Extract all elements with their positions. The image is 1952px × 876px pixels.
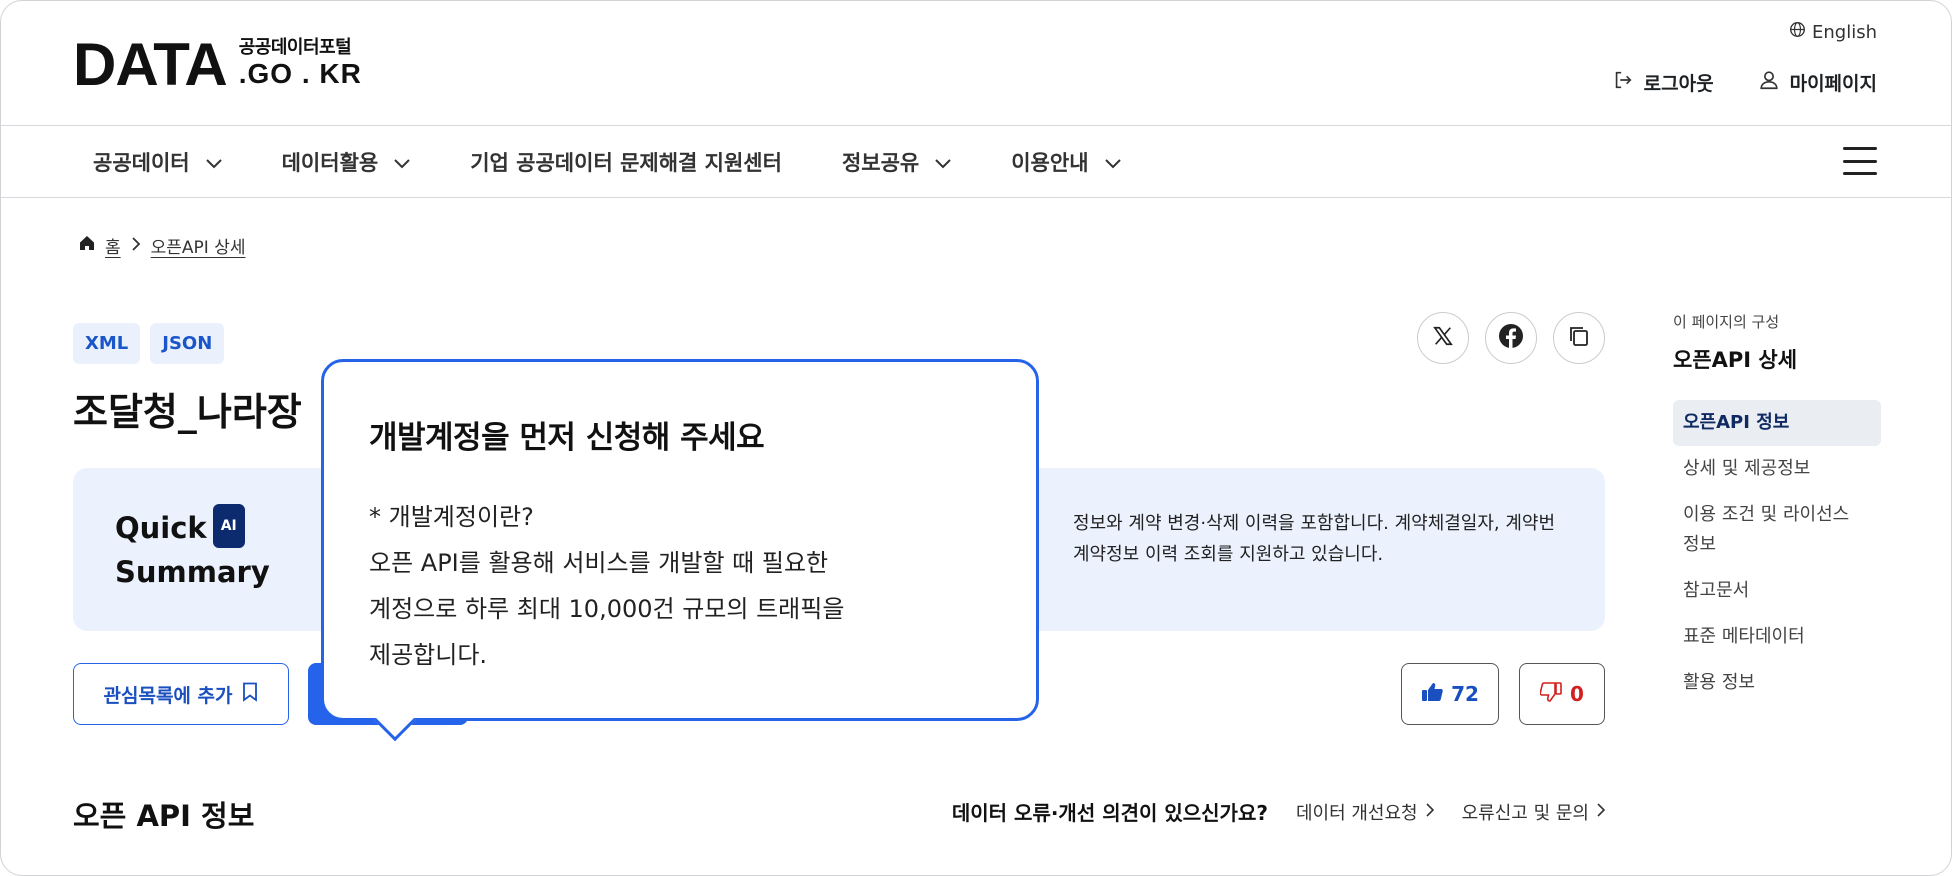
home-icon: [79, 235, 95, 256]
popup-line: 오픈 API를 활용해 서비스를 개발할 때 필요한: [369, 549, 829, 577]
language-label: English: [1812, 21, 1877, 43]
chevron-down-icon: [394, 150, 410, 174]
breadcrumb-current[interactable]: 오픈API 상세: [151, 233, 246, 258]
nav-label: 공공데이터: [93, 151, 190, 175]
dislike-button[interactable]: 0: [1519, 663, 1605, 725]
facebook-share-button[interactable]: [1485, 312, 1537, 364]
nav-label: 이용안내: [1011, 151, 1089, 175]
quick-summary-line: 계약정보 이력 조회를 지원하고 있습니다.: [1073, 544, 1384, 565]
browser-frame: DATA 공공데이터포털 .GO . KR English 로그아웃 마이페이지: [0, 0, 1952, 876]
feedback-links: 데이터 오류·개선 의견이 있으신가요? 데이터 개선요청 오류신고 및 문의: [951, 797, 1606, 826]
main-nav: 공공데이터 데이터활용 기업 공공데이터 문제해결 지원센터 정보공유 이용안내: [93, 127, 1121, 197]
user-icon: [1758, 69, 1780, 96]
logout-link[interactable]: 로그아웃: [1612, 69, 1714, 96]
quick-summary-title: Quick AI Summary: [115, 504, 270, 592]
chevron-right-icon: [1426, 801, 1434, 822]
nav-label: 데이터활용: [281, 151, 379, 175]
logo-domain: .GO . KR: [238, 58, 362, 89]
toc-item-license[interactable]: 이용 조건 및 라이선스 정보: [1673, 492, 1881, 568]
chevron-down-icon: [935, 150, 951, 174]
language-switch[interactable]: English: [1789, 21, 1877, 43]
logout-icon: [1612, 69, 1634, 96]
toc-item-reference[interactable]: 참고문서: [1673, 568, 1881, 614]
thumbs-down-icon: [1539, 681, 1562, 707]
nav-item-guide[interactable]: 이용안내: [1011, 147, 1121, 177]
toc-item-api-info[interactable]: 오픈API 정보: [1673, 400, 1881, 446]
share-buttons: [1417, 312, 1605, 364]
format-tags: XML JSON: [73, 323, 225, 364]
error-report-link[interactable]: 오류신고 및 문의: [1461, 799, 1606, 825]
like-button[interactable]: 72: [1401, 663, 1499, 725]
nav-item-public-data[interactable]: 공공데이터: [93, 147, 222, 177]
breadcrumb-home[interactable]: 홈: [105, 233, 121, 258]
logout-label: 로그아웃: [1643, 73, 1714, 95]
nav-item-support-center[interactable]: 기업 공공데이터 문제해결 지원센터: [470, 147, 782, 177]
add-favorite-button[interactable]: 관심목록에 추가: [73, 663, 289, 725]
toc-item-detail[interactable]: 상세 및 제공정보: [1673, 446, 1881, 492]
favorite-label: 관심목록에 추가: [103, 684, 233, 707]
popup-body: * 개발계정이란? 오픈 API를 활용해 서비스를 개발할 때 필요한 계정으…: [369, 494, 844, 678]
bookmark-icon: [242, 682, 258, 707]
thumbs-up-icon: [1421, 682, 1443, 707]
logo-subtitle: 공공데이터포털: [238, 37, 352, 58]
chevron-down-icon: [1104, 150, 1121, 174]
hamburger-menu-icon[interactable]: [1843, 147, 1877, 175]
chevron-right-icon: [1597, 801, 1606, 822]
section-title: 오픈 API 정보: [73, 799, 255, 833]
improve-request-label: 데이터 개선요청: [1295, 802, 1418, 824]
utility-menu: 로그아웃 마이페이지: [1612, 69, 1877, 96]
improve-request-link[interactable]: 데이터 개선요청: [1296, 799, 1434, 825]
copy-link-icon: [1567, 324, 1591, 352]
popup-title: 개발계정을 먼저 신청해 주세요: [369, 420, 765, 456]
nav-label: 정보공유: [841, 151, 920, 175]
quick-summary-title-line1: Quick: [115, 511, 207, 545]
page-toc: 이 페이지의 구성 오픈API 상세 오픈API 정보 상세 및 제공정보 이용…: [1673, 311, 1881, 706]
quick-summary-title-line2: Summary: [115, 555, 270, 589]
error-report-label: 오류신고 및 문의: [1461, 802, 1589, 824]
page-title: 조달청_나라장: [73, 390, 302, 434]
facebook-share-icon: [1498, 323, 1524, 353]
format-tag: JSON: [150, 323, 225, 364]
x-share-icon: [1432, 325, 1454, 351]
dislike-count: 0: [1570, 682, 1584, 706]
feedback-question: 데이터 오류·개선 의견이 있으신가요?: [951, 801, 1268, 825]
copy-link-button[interactable]: [1553, 312, 1605, 364]
like-count: 72: [1451, 682, 1479, 706]
nav-item-data-use[interactable]: 데이터활용: [282, 147, 411, 177]
popup-line: 제공합니다.: [369, 641, 488, 669]
popup-line: * 개발계정이란?: [369, 503, 534, 531]
toc-item-metadata[interactable]: 표준 메타데이터: [1673, 614, 1881, 660]
toc-title: 오픈API 상세: [1673, 348, 1798, 372]
breadcrumb: 홈 오픈API 상세: [79, 233, 246, 258]
toc-caption: 이 페이지의 구성: [1673, 313, 1780, 331]
logo-main: DATA: [73, 31, 228, 98]
nav-label: 기업 공공데이터 문제해결 지원센터: [470, 151, 782, 175]
globe-icon: [1789, 21, 1806, 43]
format-tag: XML: [73, 323, 141, 364]
toc-item-usage[interactable]: 활용 정보: [1673, 660, 1881, 706]
chevron-right-icon: [131, 236, 141, 256]
popup-tail: [373, 698, 417, 742]
nav-item-info-share[interactable]: 정보공유: [842, 147, 951, 177]
quick-summary-text: 정보와 계약 변경·삭제 이력을 포함합니다. 계약체결일자, 계약번 계약정보…: [1073, 508, 1593, 570]
header-divider: [1, 125, 1951, 126]
quick-summary-line: 정보와 계약 변경·삭제 이력을 포함합니다. 계약체결일자, 계약번: [1073, 513, 1556, 534]
mypage-link[interactable]: 마이페이지: [1758, 69, 1877, 96]
mypage-label: 마이페이지: [1789, 73, 1877, 95]
dev-account-popup: 개발계정을 먼저 신청해 주세요 * 개발계정이란? 오픈 API를 활용해 서…: [321, 359, 1039, 742]
toc-list: 오픈API 정보 상세 및 제공정보 이용 조건 및 라이선스 정보 참고문서 …: [1673, 400, 1881, 706]
popup-line: 계정으로 하루 최대 10,000건 규모의 트래픽을: [369, 595, 845, 623]
nav-divider: [1, 197, 1951, 198]
chevron-down-icon: [205, 150, 222, 174]
ai-badge: AI: [212, 504, 245, 548]
site-logo[interactable]: DATA 공공데이터포털 .GO . KR: [73, 31, 362, 98]
x-share-button[interactable]: [1417, 312, 1469, 364]
